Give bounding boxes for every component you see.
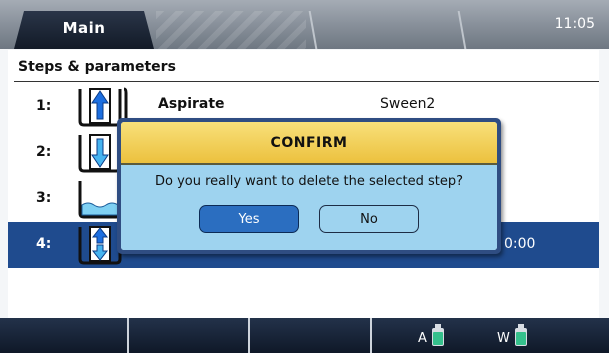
yes-button-label: Yes: [238, 211, 260, 227]
tab-bar: Main 11:05: [0, 0, 609, 49]
bottle-icon: [514, 324, 527, 346]
vessel-w: W: [497, 324, 528, 346]
clock: 11:05: [554, 16, 595, 32]
vessel-a: A: [418, 324, 445, 346]
step-param: Sween2: [380, 96, 436, 112]
softkey-1[interactable]: [0, 318, 129, 353]
no-button[interactable]: No: [319, 205, 419, 233]
softkey-2[interactable]: [129, 318, 250, 353]
step-number: 1:: [36, 98, 52, 114]
step-name: Aspirate: [158, 96, 225, 112]
tab-main-label: Main: [62, 19, 106, 37]
tab-2[interactable]: [308, 11, 318, 49]
softkey-3[interactable]: [250, 318, 372, 353]
tab-3[interactable]: [457, 11, 467, 49]
bottle-icon: [431, 324, 444, 346]
step-number: 4:: [36, 236, 52, 252]
dialog-message: Do you really want to delete the selecte…: [154, 174, 464, 189]
tab-background: [156, 11, 306, 49]
vessel-w-label: W: [497, 331, 510, 346]
section-title: Steps & parameters: [18, 59, 176, 75]
step-number: 3:: [36, 190, 52, 206]
dialog-body: Do you really want to delete the selecte…: [121, 165, 497, 250]
no-button-label: No: [360, 211, 378, 227]
step-time: 0:00: [504, 236, 536, 252]
yes-button[interactable]: Yes: [199, 205, 299, 233]
tab-main[interactable]: Main: [14, 11, 154, 49]
confirm-dialog: CONFIRM Do you really want to delete the…: [117, 118, 501, 254]
section-divider: [14, 81, 599, 82]
vessel-a-label: A: [418, 331, 427, 346]
dialog-frame: CONFIRM Do you really want to delete the…: [121, 122, 497, 250]
dialog-title: CONFIRM: [121, 122, 497, 165]
step-number: 2:: [36, 144, 52, 160]
softkey-bar: A W: [0, 318, 609, 353]
